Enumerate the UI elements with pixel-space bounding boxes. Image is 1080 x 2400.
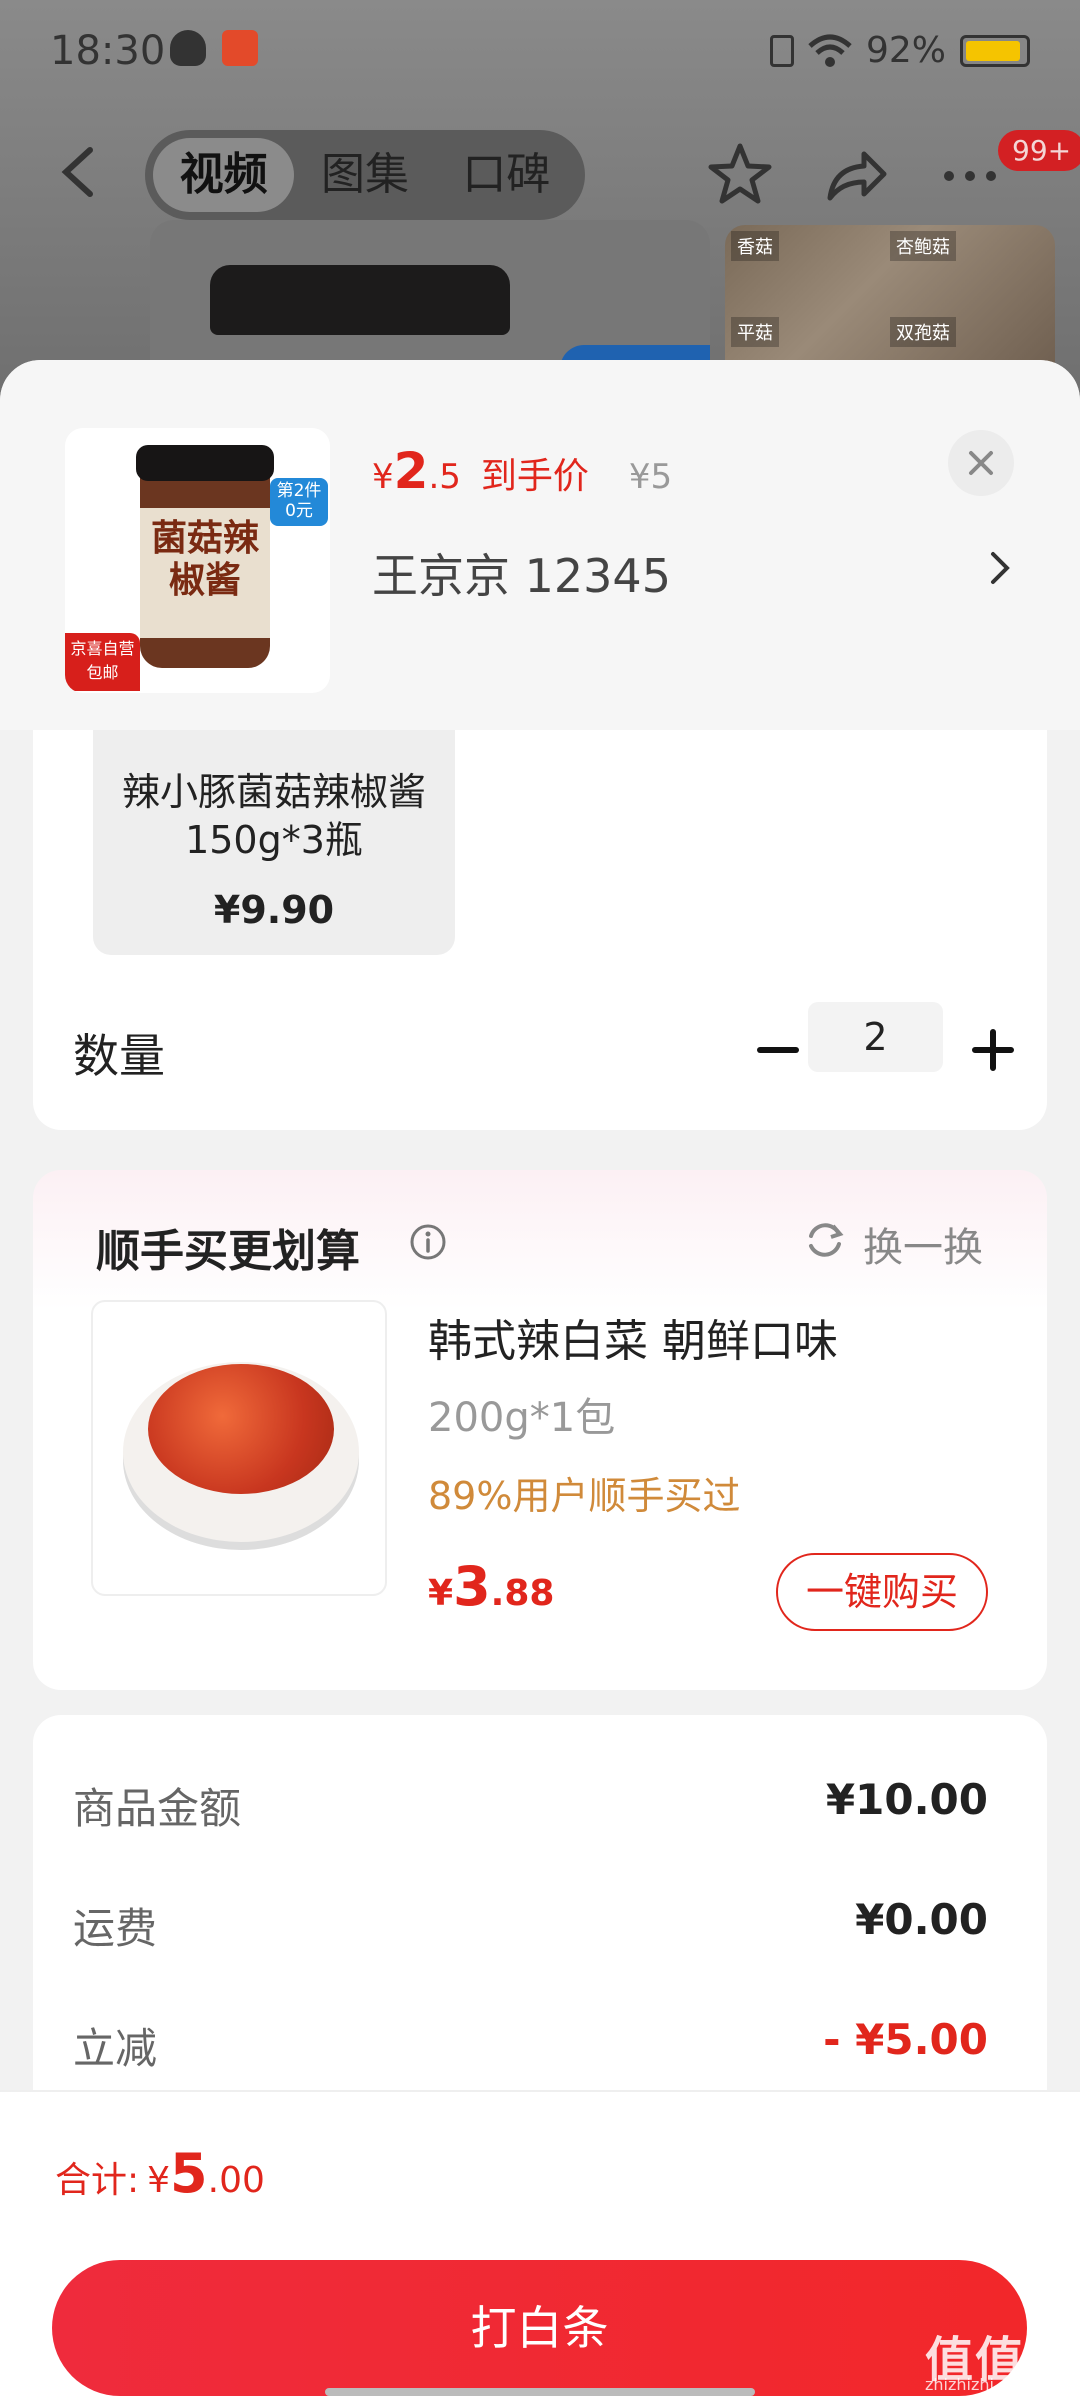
plus-icon[interactable] xyxy=(958,1015,1028,1085)
minus-icon[interactable] xyxy=(743,1020,813,1080)
jar-graphic: 菌菇辣椒酱 xyxy=(136,445,274,668)
one-click-buy-button[interactable]: 一键购买 xyxy=(776,1553,988,1631)
kimchi-graphic xyxy=(148,1364,334,1494)
bundle-price-integer: 3 xyxy=(453,1555,491,1618)
star-icon[interactable] xyxy=(705,140,775,210)
bundle-price-decimal: .88 xyxy=(490,1573,555,1614)
notification-badge: 99+ xyxy=(998,130,1080,171)
total-decimal: .00 xyxy=(207,2160,265,2201)
total-price: 合计: ¥ 5 .00 xyxy=(55,2142,265,2205)
spec-quantity-card: 辣小豚菌菇辣椒酱150g*3瓶 ¥9.90 数量 2 xyxy=(33,730,1047,1130)
more-icon[interactable] xyxy=(935,140,1005,210)
summary-value: ¥10.00 xyxy=(825,1775,988,1824)
summary-value: - ¥5.00 xyxy=(823,2015,988,2064)
price-decimal: .5 xyxy=(428,457,461,497)
spec-option[interactable]: 辣小豚菌菇辣椒酱150g*3瓶 ¥9.90 xyxy=(93,730,455,955)
total-integer: 5 xyxy=(170,2142,208,2205)
product-image: 菌菇辣椒酱 第2件 0元 京喜自营 包邮 xyxy=(65,428,330,693)
total-label: 合计: xyxy=(55,2160,140,2201)
pay-button[interactable]: 打白条 xyxy=(52,2260,1027,2396)
thumb-tag: 香菇 xyxy=(731,231,779,261)
original-price: ¥5 xyxy=(628,457,673,497)
spec-price: ¥9.90 xyxy=(213,888,335,932)
price-row: ¥ 2 .5 到手价 ¥5 xyxy=(372,442,672,500)
watermark-url: zhizhizhi.com xyxy=(925,2375,1034,2394)
bundle-title: 顺手买更划算 xyxy=(96,1226,360,1277)
promo-badge: 第2件 0元 xyxy=(270,478,328,526)
tab-video[interactable]: 视频 xyxy=(153,138,295,212)
wifi-icon xyxy=(808,34,852,67)
battery-icon xyxy=(960,34,1030,67)
top-nav: 视频 图集 口碑 99+ xyxy=(0,120,1080,230)
bundle-item-name[interactable]: 韩式辣白菜 朝鲜口味 xyxy=(428,1305,838,1369)
jar-lid-image xyxy=(210,265,510,335)
delivery-address[interactable]: 王京京 12345 xyxy=(372,540,671,606)
status-bar: 18:30 92% xyxy=(0,0,1080,100)
refresh-button[interactable]: 换一换 xyxy=(863,1215,983,1273)
summary-label: 立减 xyxy=(73,2024,158,2073)
share-icon[interactable] xyxy=(820,140,890,210)
status-time: 18:30 xyxy=(50,28,166,74)
jar-label-text: 菌菇辣椒酱 xyxy=(150,518,259,601)
shipping-badge: 京喜自营 包邮 xyxy=(65,633,140,691)
thumb-tag: 平菇 xyxy=(731,317,779,347)
price-integer: 2 xyxy=(393,442,429,500)
background-page: 18:30 92% 视频 图集 口碑 99+ 香菇 杏鲍菇 平菇 双孢菇 xyxy=(0,0,1080,400)
bundle-price-symbol: ¥ xyxy=(428,1573,454,1614)
status-right: 92% xyxy=(769,30,1030,71)
total-symbol: ¥ xyxy=(147,2160,171,2201)
back-arrow-icon[interactable] xyxy=(50,142,110,202)
sheet-header: 菌菇辣椒酱 第2件 0元 京喜自营 包邮 ¥ 2 .5 到手价 ¥5 王京京 1… xyxy=(0,360,1080,730)
price-tag: 到手价 xyxy=(480,456,589,497)
thumb-tag: 杏鲍菇 xyxy=(890,231,956,261)
battery-percent: 92% xyxy=(865,30,946,71)
close-icon xyxy=(969,451,993,475)
chevron-right-icon[interactable] xyxy=(985,548,1015,588)
jar-label: 菌菇辣椒酱 xyxy=(140,508,270,638)
bundle-card: 顺手买更划算 换一换 韩式辣白菜 朝鲜口味 200g*1包 89%用户顺手买过 … xyxy=(33,1170,1047,1690)
tab-gallery[interactable]: 图集 xyxy=(294,138,435,212)
price-symbol: ¥ xyxy=(372,457,394,497)
qq-icon xyxy=(170,30,206,66)
close-button[interactable] xyxy=(948,430,1014,496)
summary-value: ¥0.00 xyxy=(855,1895,988,1944)
spec-name: 辣小豚菌菇辣椒酱150g*3瓶 xyxy=(121,770,426,862)
quantity-label: 数量 xyxy=(73,1029,165,1083)
refresh-icon[interactable] xyxy=(803,1218,847,1262)
bundle-item-price: ¥ 3 .88 xyxy=(428,1555,554,1618)
price-summary-card: 商品金额 ¥10.00 运费 ¥0.00 立减 - ¥5.00 xyxy=(33,1715,1047,2135)
info-icon[interactable] xyxy=(408,1222,448,1262)
bundle-item-stat: 89%用户顺手买过 xyxy=(428,1474,741,1518)
checkout-footer: 合计: ¥ 5 .00 打白条 xyxy=(0,2090,1080,2400)
jar-lid xyxy=(136,445,274,481)
tab-reviews[interactable]: 口碑 xyxy=(436,138,577,212)
purchase-sheet: 菌菇辣椒酱 第2件 0元 京喜自营 包邮 ¥ 2 .5 到手价 ¥5 王京京 1… xyxy=(0,360,1080,2400)
media-tabs: 视频 图集 口碑 xyxy=(145,130,585,220)
thumb-tag: 双孢菇 xyxy=(890,317,956,347)
quantity-input[interactable]: 2 xyxy=(808,1002,943,1072)
home-indicator[interactable] xyxy=(325,2388,755,2396)
summary-label: 运费 xyxy=(73,1904,158,1953)
app-notification-icon xyxy=(222,30,258,66)
summary-label: 商品金额 xyxy=(73,1784,242,1833)
bundle-item-image[interactable] xyxy=(91,1300,387,1596)
bundle-item-spec: 200g*1包 xyxy=(428,1395,616,1441)
sim-icon xyxy=(769,34,794,67)
